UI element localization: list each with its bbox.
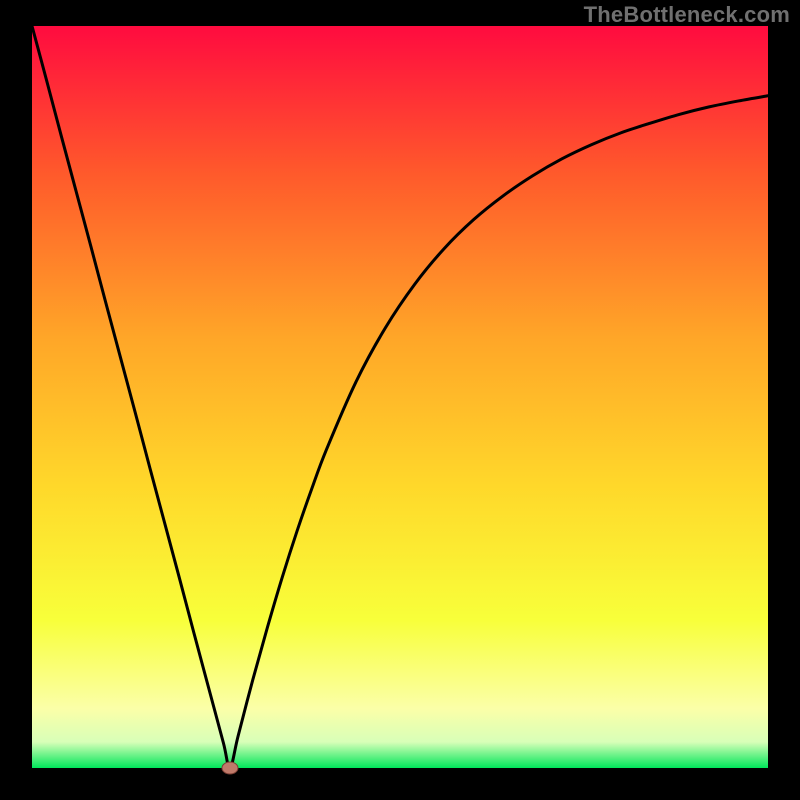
outer-frame: TheBottleneck.com (0, 0, 800, 800)
plot-background (32, 26, 768, 768)
bottleneck-chart (0, 0, 800, 800)
optimal-point-marker (222, 762, 238, 774)
